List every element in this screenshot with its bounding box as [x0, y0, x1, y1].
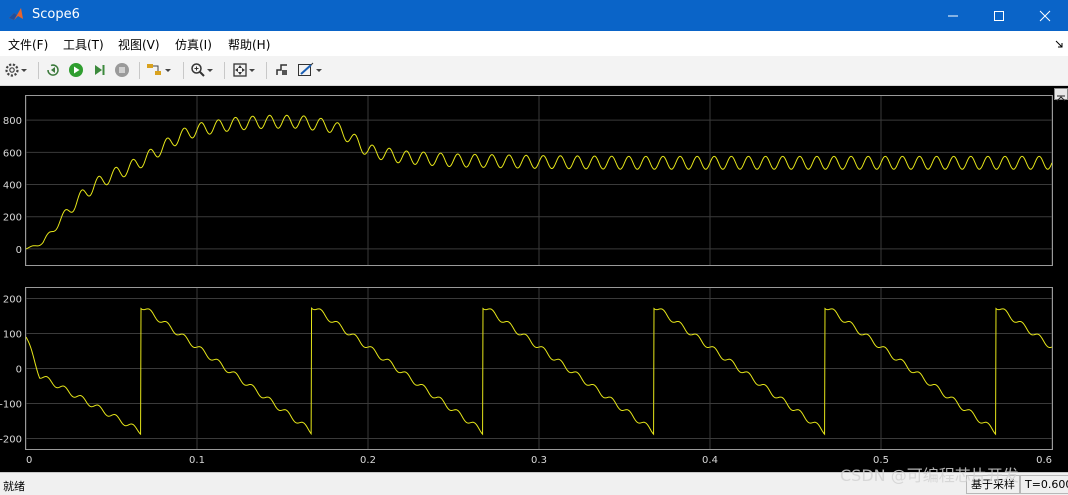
toolbar-separator: [266, 62, 267, 79]
chevron-down-icon: [165, 69, 171, 72]
autoscale-button[interactable]: [232, 60, 256, 80]
dock-arrow-icon[interactable]: [1055, 40, 1063, 48]
zoom-icon: [191, 63, 205, 77]
scope-display: 800 600 400 200 0 200 100 0 -100 -200 0 0.1 0.2 0.3 0.…: [0, 86, 1068, 472]
sim-time: T=0.600: [1020, 475, 1068, 494]
x-tick-label: 0.1: [189, 455, 205, 466]
settings-button[interactable]: [4, 60, 28, 80]
menu-view[interactable]: 视图(V): [118, 36, 160, 53]
y-tick-label: 0: [16, 245, 22, 256]
cursor-icon: [276, 64, 287, 75]
chevron-down-icon: [21, 69, 27, 72]
y-tick-label: -200: [0, 435, 22, 446]
status-text: 就绪: [3, 480, 25, 493]
window-title: Scope6: [32, 7, 80, 22]
toolbar-separator: [224, 62, 225, 79]
minimize-icon: [948, 15, 958, 16]
run-button[interactable]: [68, 60, 84, 80]
highlight-button[interactable]: [146, 60, 172, 80]
stop-button[interactable]: [114, 60, 130, 80]
chevron-down-icon: [316, 69, 322, 72]
plot-2-axes: [25, 287, 1053, 450]
menu-file[interactable]: 文件(F): [8, 36, 48, 53]
x-tick-label: 0.2: [360, 455, 376, 466]
x-tick-label: 0.6: [1036, 455, 1052, 466]
plot-1-canvas: [25, 96, 1053, 265]
y-tick-label: 200: [3, 213, 22, 224]
step-forward-button[interactable]: [91, 60, 107, 80]
legend-icon: [298, 62, 314, 76]
matlab-icon: [9, 8, 23, 20]
x-tick-label: 0.4: [702, 455, 718, 466]
arrow-up-icon: [1056, 95, 1066, 102]
gear-icon: [5, 63, 19, 77]
stop-icon: [115, 63, 129, 77]
y-tick-label: 0: [16, 365, 22, 376]
minimize-button[interactable]: [930, 0, 976, 31]
step-back-icon: [47, 64, 59, 76]
zoom-button[interactable]: [190, 60, 214, 80]
maximize-button[interactable]: [976, 0, 1022, 31]
toolbar: [0, 56, 1068, 86]
chevron-down-icon: [207, 69, 213, 72]
chevron-down-icon: [249, 69, 255, 72]
close-icon: [1039, 10, 1051, 21]
close-button[interactable]: [1022, 0, 1068, 31]
y-tick-label: 100: [3, 330, 22, 341]
plot-1-axes: [25, 95, 1053, 266]
plot-2-canvas: [25, 288, 1053, 449]
run-icon: [69, 63, 83, 77]
highlight-icon: [147, 64, 161, 75]
toolbar-separator: [38, 62, 39, 79]
maximize-icon: [994, 10, 1004, 21]
menu-bar: 文件(F) 工具(T) 视图(V) 仿真(I) 帮助(H): [0, 31, 1068, 56]
restore-layout-button[interactable]: [1054, 88, 1068, 102]
menu-tools[interactable]: 工具(T): [63, 36, 104, 53]
legend-style-button[interactable]: [297, 60, 323, 80]
watermark: CSDN @可编程芯片开发: [840, 466, 1019, 485]
cursor-measurement-button[interactable]: [274, 60, 290, 80]
toolbar-separator: [183, 62, 184, 79]
menu-help[interactable]: 帮助(H): [228, 36, 270, 53]
menu-simulation[interactable]: 仿真(I): [175, 36, 212, 53]
x-tick-label: 0: [26, 455, 32, 466]
y-tick-label: 600: [3, 148, 22, 159]
y-tick-label: 200: [3, 295, 22, 306]
step-forward-icon: [95, 65, 105, 75]
y-tick-label: 400: [3, 181, 22, 192]
title-bar: Scope6: [0, 0, 1068, 31]
autoscale-icon: [233, 63, 247, 77]
y-tick-label: -100: [0, 400, 22, 411]
y-tick-label: 800: [3, 116, 22, 127]
step-back-button[interactable]: [45, 60, 61, 80]
x-tick-label: 0.3: [531, 455, 547, 466]
toolbar-separator: [139, 62, 140, 79]
